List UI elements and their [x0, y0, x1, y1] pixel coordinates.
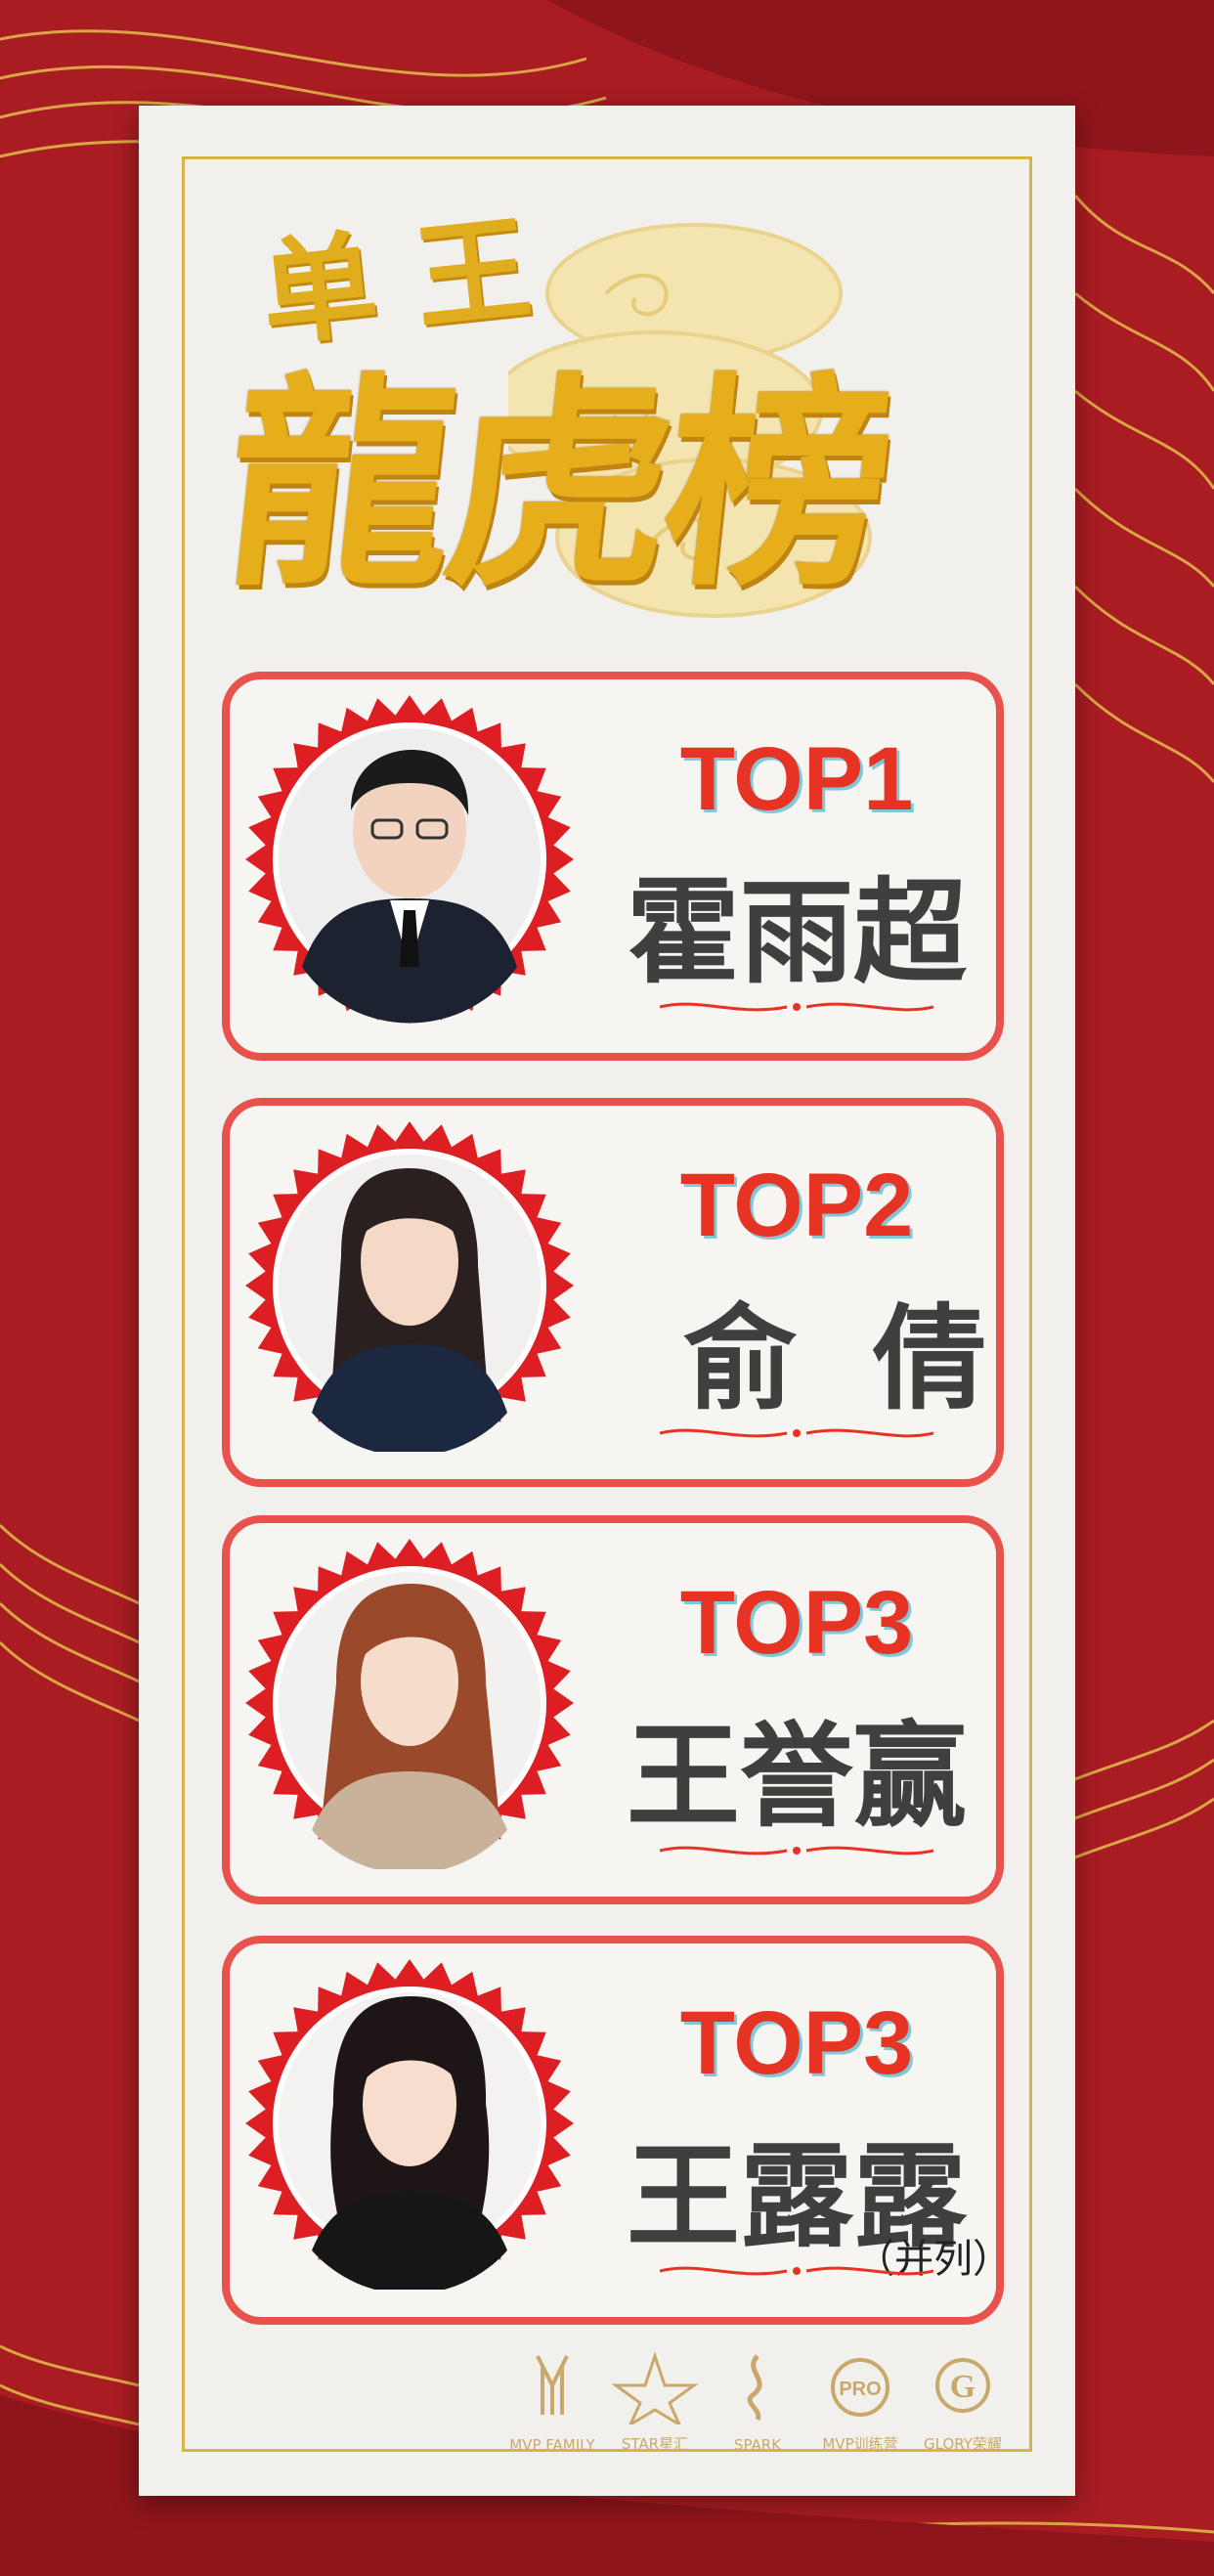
pro-badge-icon: PRO: [831, 2358, 889, 2417]
rank-label-3: TOP3: [679, 1573, 914, 1673]
winner-name-2: 俞倩: [683, 1293, 1062, 1425]
logo-mvp-pro: PRO MVP训练营: [816, 2346, 904, 2454]
ranking-card-2: TOP2 俞倩: [222, 1098, 1004, 1487]
mvp-family-emblem-icon: [536, 2355, 569, 2415]
rank-label-4: TOP3: [679, 1993, 914, 2093]
logo-mvp-family: MVP FAMILY: [508, 2346, 596, 2454]
sponsor-logos: MVP FAMILY STAR星汇 SPARK PRO MVP训练营 G GLO…: [508, 2346, 1017, 2454]
avatar-4: [279, 1992, 541, 2290]
ranking-card-3: TOP3 王誉赢: [222, 1515, 1004, 1904]
logo-glory: G GLORY荣耀: [919, 2346, 1007, 2454]
glory-laurel-icon: G: [935, 2358, 990, 2413]
rank-label-2: TOP2: [679, 1156, 914, 1255]
divider-ornament-1: [660, 1002, 933, 1012]
divider-ornament-3: [660, 1846, 933, 1856]
avatar-frame-2: [245, 1121, 574, 1452]
avatar-frame-3: [245, 1539, 574, 1869]
divider-ornament-2: [660, 1428, 933, 1438]
svg-text:PRO: PRO: [839, 2379, 881, 2400]
avatar-frame-4: [245, 1959, 574, 2290]
rank-label-1: TOP1: [679, 729, 914, 829]
avatar-2: [279, 1155, 541, 1452]
logo-spark: SPARK: [714, 2346, 802, 2454]
title-main: 龍虎榜: [214, 353, 900, 617]
title-block: 单王 龍虎榜: [182, 156, 1032, 645]
avatar-frame-1: [245, 695, 574, 1024]
logo-star: STAR星汇: [611, 2346, 699, 2454]
winner-name-1: 霍雨超: [627, 867, 967, 999]
winner-name-3: 王誉赢: [627, 1711, 967, 1843]
spark-emblem-icon: [747, 2354, 762, 2422]
divider-ornament-4: [660, 2266, 933, 2276]
avatar-3: [279, 1572, 541, 1869]
avatar-1: [279, 728, 541, 1024]
svg-text:G: G: [950, 2369, 976, 2405]
ranking-card-4: TOP3 王露露 （并列）: [222, 1936, 1012, 2325]
ranking-card-1: TOP1 霍雨超: [222, 672, 1004, 1061]
star-emblem-icon: [611, 2351, 699, 2428]
